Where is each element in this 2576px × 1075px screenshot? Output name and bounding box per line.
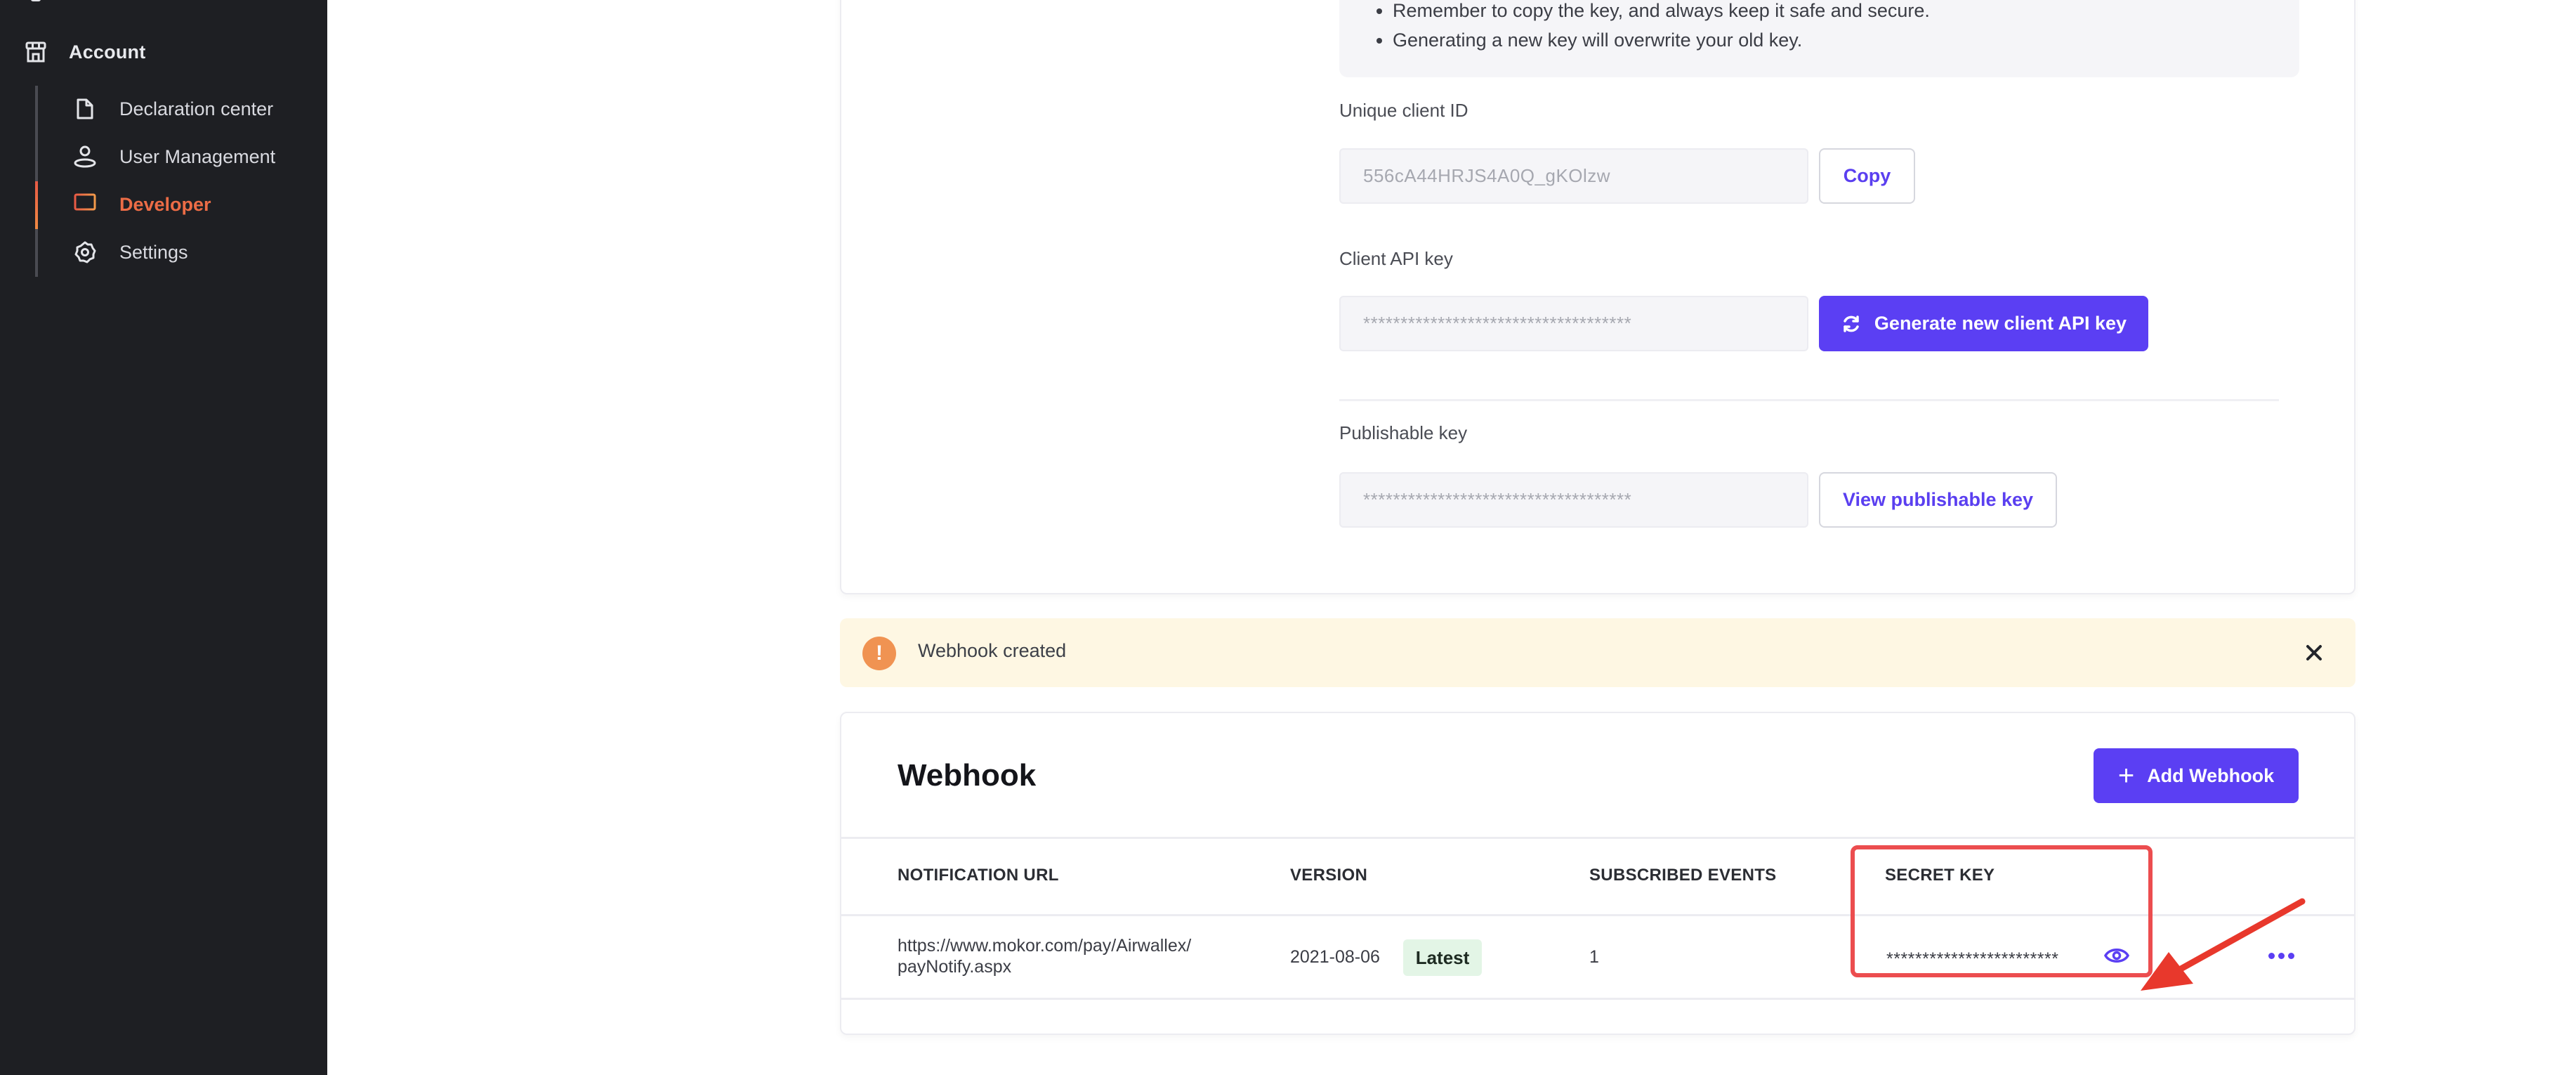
add-webhook-label: Add Webhook bbox=[2147, 764, 2275, 786]
sidebar-item-label: Developer bbox=[119, 193, 211, 215]
notification-url-line: payNotify.aspx bbox=[898, 957, 1012, 977]
more-actions-icon[interactable] bbox=[2260, 945, 2302, 966]
sidebar-item-label: Declaration center bbox=[119, 98, 274, 119]
table-header-divider bbox=[841, 914, 2354, 916]
sidebar-section-label: Account bbox=[69, 41, 146, 63]
plus-icon: + bbox=[2117, 760, 2135, 791]
subscribed-events-cell: 1 bbox=[1589, 947, 1599, 967]
view-publishable-key-button[interactable]: View publishable key bbox=[1819, 472, 2057, 528]
column-header-notification-url: NOTIFICATION URL bbox=[898, 866, 1059, 885]
generate-client-api-key-button[interactable]: Generate new client API key bbox=[1819, 296, 2148, 351]
table-bottom-divider bbox=[841, 998, 2354, 1000]
monitor-icon bbox=[73, 193, 97, 216]
note-item: Generating a new key will overwrite your… bbox=[1393, 25, 1930, 55]
refresh-icon bbox=[1841, 313, 1862, 334]
sidebar-item-label: Settings bbox=[119, 241, 188, 263]
add-webhook-button[interactable]: + Add Webhook bbox=[2094, 748, 2299, 803]
generate-button-label: Generate new client API key bbox=[1874, 313, 2127, 334]
version-cell: 2021-08-06 bbox=[1290, 947, 1380, 967]
sidebar-item-settings[interactable]: Settings bbox=[73, 235, 188, 269]
gear-icon bbox=[73, 240, 97, 264]
client-api-key-field[interactable] bbox=[1339, 296, 1808, 351]
copy-client-id-button[interactable]: Copy bbox=[1819, 148, 1915, 204]
sidebar-item-declaration-center[interactable]: Declaration center bbox=[73, 92, 273, 126]
annotation-arrow-icon bbox=[2141, 898, 2306, 991]
exclamation-icon: ! bbox=[862, 637, 896, 670]
column-header-subscribed-events: SUBSCRIBED EVENTS bbox=[1589, 866, 1777, 885]
file-icon bbox=[73, 97, 97, 121]
notification-url-line: https://www.mokor.com/pay/Airwallex/ bbox=[898, 936, 1192, 956]
column-header-secret-key: SECRET KEY bbox=[1885, 866, 1995, 885]
sidebar-item-developer[interactable]: Developer bbox=[73, 188, 211, 221]
latest-badge: Latest bbox=[1403, 939, 1482, 976]
publishable-key-field[interactable] bbox=[1339, 472, 1808, 528]
sidebar-item-user-management[interactable]: User Management bbox=[73, 140, 275, 174]
alert-message: Webhook created bbox=[918, 640, 1067, 661]
note-item: Remember to copy the key, and always kee… bbox=[1393, 0, 1930, 25]
api-keys-card: connection to the Airwallex API. Remembe… bbox=[840, 0, 2355, 594]
close-icon[interactable] bbox=[2299, 638, 2329, 667]
notification-url-cell: https://www.mokor.com/pay/Airwallex/ pay… bbox=[898, 935, 1191, 977]
secret-key-cell: ************************ bbox=[1886, 949, 2059, 969]
publishable-key-input[interactable] bbox=[1363, 489, 1807, 511]
client-id-field[interactable] bbox=[1339, 148, 1808, 204]
sidebar-rail-active-indicator bbox=[35, 181, 38, 229]
client-api-key-input[interactable] bbox=[1363, 313, 1807, 334]
webhook-card: Webhook + Add Webhook NOTIFICATION URL V… bbox=[840, 712, 2355, 1035]
publishable-key-label: Publishable key bbox=[1339, 422, 1468, 443]
eye-icon[interactable] bbox=[2103, 942, 2131, 970]
table-top-divider bbox=[841, 837, 2354, 839]
store-icon bbox=[24, 40, 48, 64]
api-keys-notes: Remember to copy the key, and always kee… bbox=[1339, 0, 2299, 77]
client-api-key-label: Client API key bbox=[1339, 248, 1453, 269]
column-header-version: VERSION bbox=[1290, 866, 1368, 885]
client-id-input[interactable] bbox=[1363, 165, 1807, 187]
sidebar: Account Declaration center User Manageme… bbox=[0, 0, 327, 1075]
sidebar-item-label: User Management bbox=[119, 145, 276, 167]
webhook-created-alert: ! Webhook created bbox=[840, 618, 2355, 687]
section-divider bbox=[1339, 399, 2279, 401]
sidebar-section-account[interactable]: Account bbox=[24, 37, 145, 67]
webhook-title: Webhook bbox=[898, 758, 1037, 793]
client-id-label: Unique client ID bbox=[1339, 100, 1468, 121]
user-icon bbox=[73, 145, 97, 169]
sidebar-top-icon[interactable] bbox=[31, 0, 41, 1]
